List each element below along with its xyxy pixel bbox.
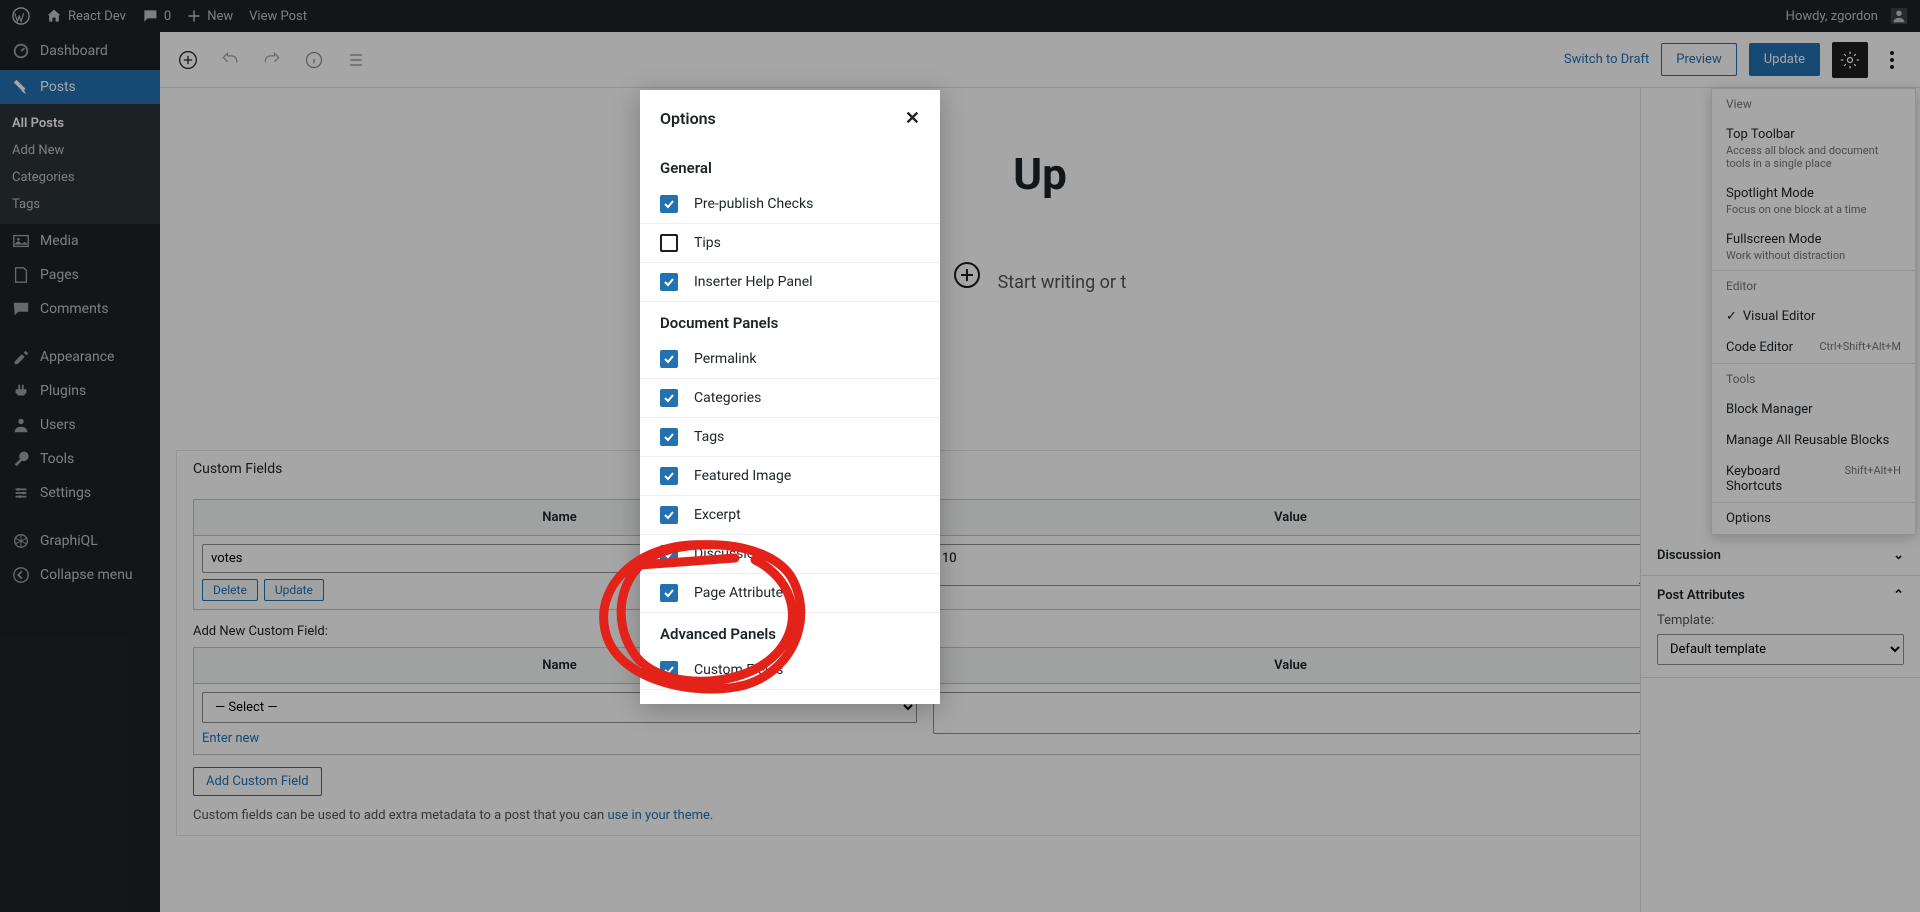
opt-page-attr: Page Attributes (694, 585, 790, 601)
opt-featured: Featured Image (694, 468, 791, 484)
checkbox-inserter-help[interactable] (660, 273, 678, 291)
checkbox-page-attr[interactable] (660, 584, 678, 602)
opt-categories: Categories (694, 390, 761, 406)
opt-tips: Tips (694, 235, 721, 251)
checkbox-tips[interactable] (660, 234, 678, 252)
checkbox-prepublish[interactable] (660, 195, 678, 213)
checkbox-featured[interactable] (660, 467, 678, 485)
checkbox-tags[interactable] (660, 428, 678, 446)
options-modal-title: Options (660, 109, 716, 128)
opt-discussion: Discussion (694, 546, 762, 562)
opt-permalink: Permalink (694, 351, 756, 367)
checkbox-excerpt[interactable] (660, 506, 678, 524)
opt-inserter: Inserter Help Panel (694, 274, 813, 290)
opt-tags: Tags (694, 429, 724, 445)
modal-overlay[interactable] (0, 0, 1920, 912)
opt-excerpt: Excerpt (694, 507, 741, 523)
close-icon[interactable]: ✕ (905, 108, 920, 129)
opt-prepublish: Pre-publish Checks (694, 196, 813, 212)
checkbox-discussion[interactable] (660, 545, 678, 563)
checkbox-custom-fields[interactable] (660, 661, 678, 679)
checkbox-permalink[interactable] (660, 350, 678, 368)
general-section-title: General (640, 147, 940, 185)
document-panels-title: Document Panels (640, 302, 940, 340)
advanced-panels-title: Advanced Panels (640, 613, 940, 651)
options-modal: Options ✕ General Pre-publish Checks Tip… (640, 90, 940, 704)
opt-custom-fields: Custom Fields (694, 662, 783, 678)
checkbox-categories[interactable] (660, 389, 678, 407)
